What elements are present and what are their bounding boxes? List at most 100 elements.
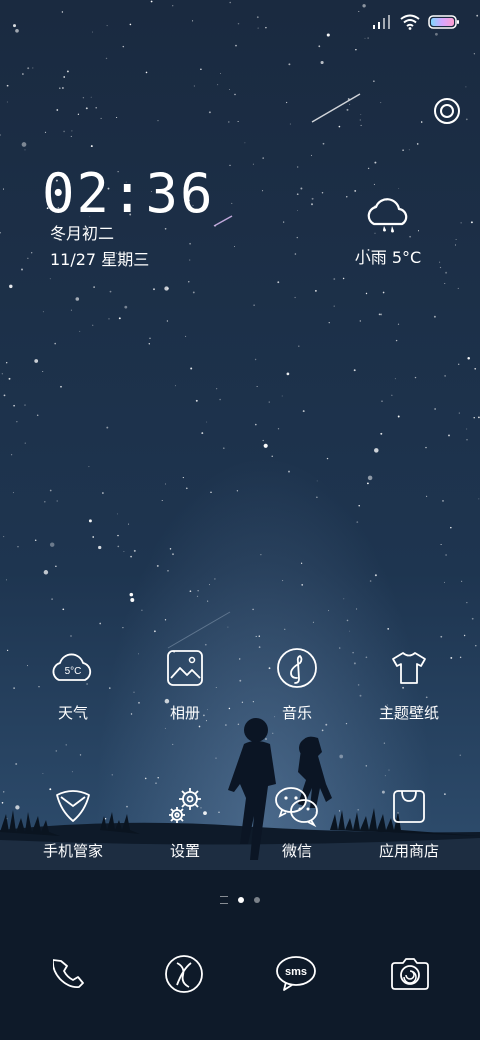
- star: [440, 635, 443, 638]
- star: [463, 634, 466, 637]
- star: [416, 143, 419, 145]
- star: [349, 103, 351, 105]
- star: [271, 455, 273, 457]
- star: [339, 754, 344, 759]
- star: [22, 73, 24, 75]
- app-phone-manager[interactable]: 手机管家: [18, 782, 128, 882]
- gallery-icon: [167, 650, 203, 686]
- app-gallery[interactable]: 相册: [130, 644, 240, 744]
- page-indicator[interactable]: [0, 896, 480, 904]
- star: [235, 44, 237, 47]
- star: [192, 20, 194, 22]
- star: [189, 590, 192, 593]
- star: [106, 25, 108, 27]
- assistant-ring-button[interactable]: [432, 96, 462, 126]
- star: [156, 564, 159, 567]
- star: [63, 76, 66, 78]
- star: [346, 108, 349, 111]
- app-weather[interactable]: 5°C 天气: [18, 644, 128, 744]
- clock-time[interactable]: 02:36: [42, 164, 215, 224]
- star: [24, 149, 26, 151]
- app-theme[interactable]: 主题壁纸: [354, 644, 464, 744]
- star: [6, 362, 8, 364]
- star: [13, 687, 15, 689]
- dock-phone[interactable]: [46, 950, 94, 998]
- star: [8, 377, 11, 380]
- star: [116, 513, 118, 515]
- dock-sms[interactable]: sms: [272, 950, 320, 998]
- app-label: 微信: [281, 842, 312, 860]
- star: [61, 11, 64, 13]
- star: [100, 117, 102, 119]
- star: [123, 550, 125, 553]
- weather-widget[interactable]: 小雨 5°C: [346, 196, 430, 268]
- star: [59, 87, 61, 89]
- star: [312, 621, 314, 623]
- dock-camera[interactable]: [386, 950, 434, 998]
- wallpaper: [0, 0, 480, 1040]
- star: [253, 304, 255, 306]
- star: [263, 443, 268, 448]
- star: [257, 27, 259, 29]
- star: [122, 626, 124, 629]
- star: [117, 534, 119, 537]
- star: [367, 475, 373, 481]
- star: [362, 4, 366, 8]
- star: [420, 121, 423, 123]
- dock-browser[interactable]: [160, 950, 208, 998]
- star: [6, 579, 7, 581]
- star: [34, 539, 37, 541]
- app-wechat[interactable]: 微信: [242, 782, 352, 882]
- star: [82, 97, 85, 99]
- star: [190, 367, 193, 370]
- star: [95, 107, 97, 109]
- star: [359, 320, 361, 322]
- star: [322, 142, 325, 145]
- page-dot: [254, 897, 260, 903]
- star: [326, 33, 330, 37]
- star: [164, 619, 167, 621]
- star: [255, 635, 257, 637]
- star: [228, 121, 230, 123]
- star: [6, 84, 9, 87]
- star: [144, 777, 147, 780]
- star: [471, 617, 474, 620]
- star: [6, 649, 9, 652]
- browser-icon: [165, 955, 203, 993]
- star: [288, 63, 291, 66]
- star: [124, 305, 128, 309]
- star: [356, 521, 359, 523]
- star: [315, 290, 317, 292]
- page-dot-active: [238, 897, 244, 903]
- app-settings[interactable]: 设置: [130, 782, 240, 882]
- app-label: 手机管家: [42, 842, 103, 860]
- star: [474, 367, 477, 370]
- star: [9, 284, 13, 289]
- camera-icon: [391, 958, 429, 990]
- app-store[interactable]: 应用商店: [354, 782, 464, 882]
- star: [62, 87, 64, 89]
- shield-icon: [56, 790, 90, 822]
- star: [364, 37, 366, 39]
- star: [79, 330, 81, 332]
- star: [195, 399, 198, 402]
- star: [197, 590, 199, 592]
- star: [374, 574, 377, 577]
- menu-lines-icon: [220, 896, 228, 904]
- star: [44, 500, 46, 503]
- star: [24, 404, 26, 406]
- star: [185, 335, 187, 337]
- app-label: 相册: [169, 704, 200, 722]
- star: [145, 71, 148, 74]
- app-music[interactable]: 音乐: [242, 644, 352, 744]
- star: [318, 45, 321, 48]
- star: [153, 288, 155, 291]
- star: [63, 130, 65, 133]
- star: [466, 602, 468, 604]
- star: [24, 442, 26, 444]
- star: [154, 630, 156, 633]
- star: [358, 504, 360, 507]
- star: [300, 562, 303, 564]
- star: [201, 432, 204, 435]
- star: [3, 394, 6, 397]
